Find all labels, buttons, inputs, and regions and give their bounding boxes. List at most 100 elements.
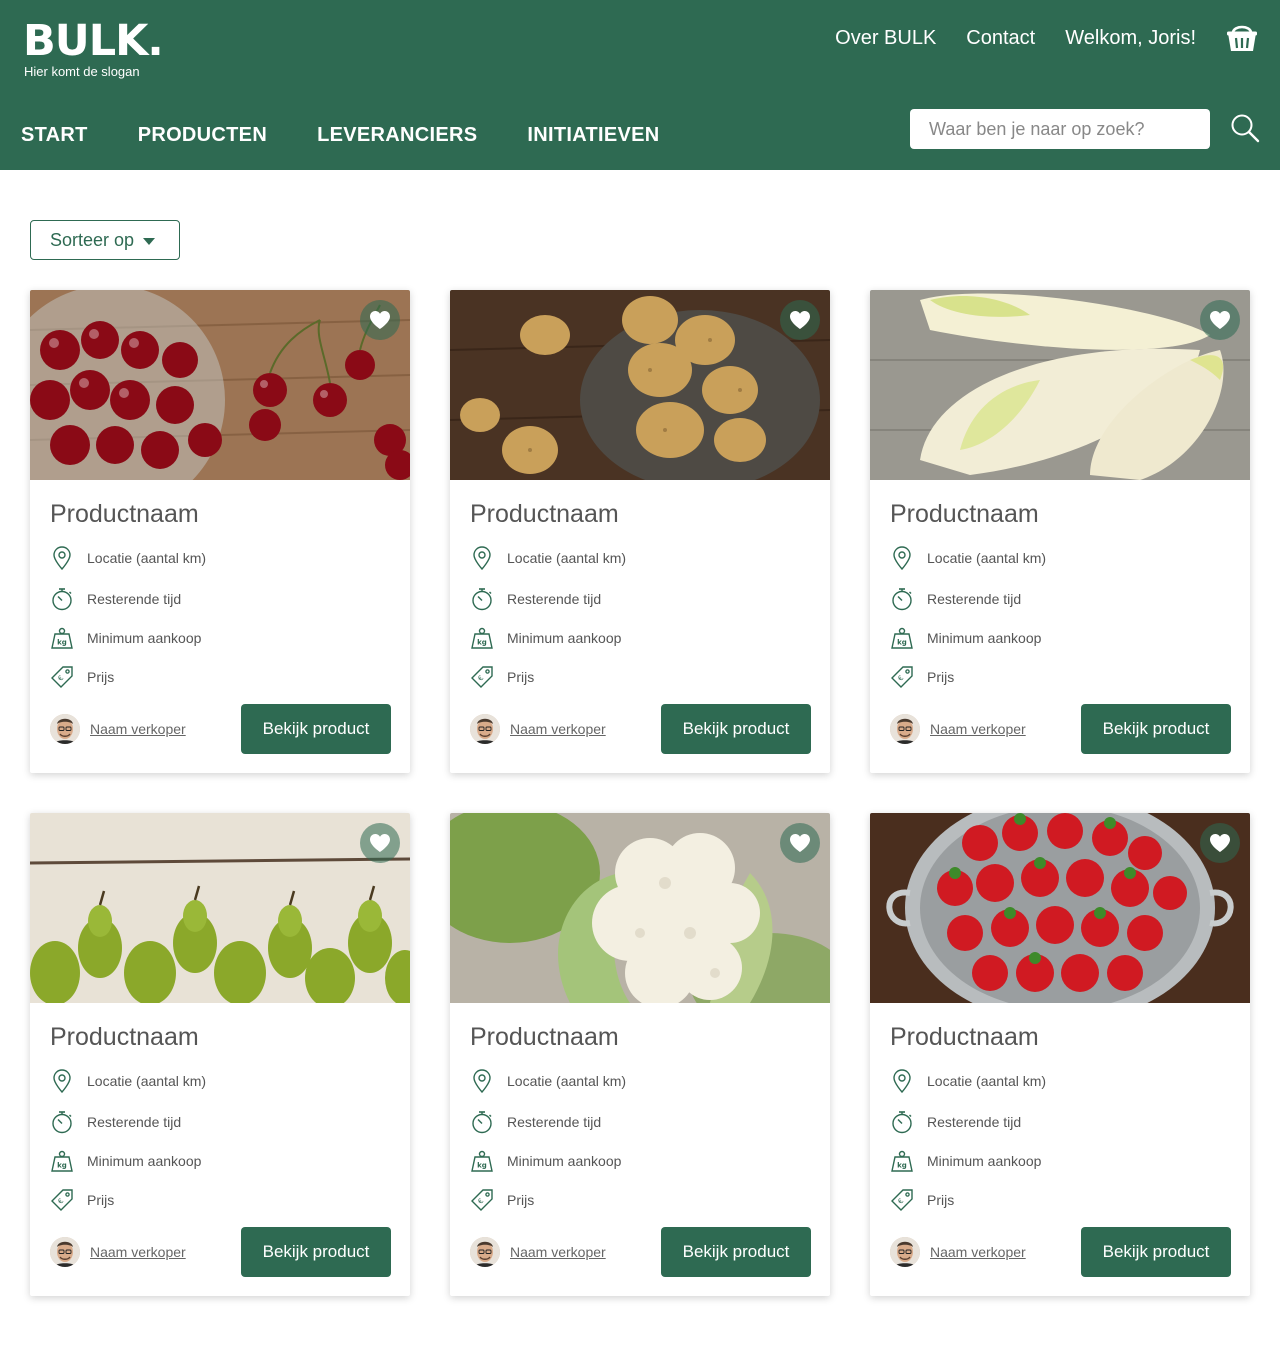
product-image[interactable] <box>30 813 410 1003</box>
view-product-button[interactable]: Bekijk product <box>1081 1227 1231 1277</box>
location-text: Locatie (aantal km) <box>507 550 627 566</box>
contact-link[interactable]: Contact <box>966 24 1035 52</box>
nav-start[interactable]: START <box>21 120 88 150</box>
location-text: Locatie (aantal km) <box>87 550 207 566</box>
seller-link[interactable]: Naam verkoper <box>510 1244 606 1260</box>
product-title: Productnaam <box>890 1023 1039 1051</box>
product-image[interactable] <box>30 290 410 480</box>
location-text: Locatie (aantal km) <box>87 1073 207 1089</box>
svg-text:€: € <box>896 674 905 683</box>
account-link[interactable]: Welkom, Joris! <box>1065 24 1196 52</box>
weight-kg-icon: kg <box>50 1149 74 1173</box>
price-text: Prijs <box>927 669 955 685</box>
search-icon[interactable] <box>1229 112 1261 144</box>
minimum-text: Minimum aankoop <box>87 630 202 646</box>
view-product-button[interactable]: Bekijk product <box>241 1227 391 1277</box>
minimum-text: Minimum aankoop <box>507 630 622 646</box>
svg-text:€: € <box>896 1197 905 1206</box>
meta-price: € Prijs <box>50 1188 114 1212</box>
price-tag-icon: € <box>470 665 494 689</box>
svg-text:€: € <box>476 674 485 683</box>
time-text: Resterende tijd <box>87 1114 182 1130</box>
product-card: Productnaam Locatie (aantal km) Resteren… <box>870 813 1250 1296</box>
heart-icon[interactable] <box>780 823 820 863</box>
price-tag-icon: € <box>890 1188 914 1212</box>
heart-icon[interactable] <box>1200 300 1240 340</box>
stopwatch-icon <box>890 587 914 611</box>
view-product-button[interactable]: Bekijk product <box>661 1227 811 1277</box>
meta-minimum: kg Minimum aankoop <box>470 1149 621 1173</box>
location-pin-icon <box>470 546 494 570</box>
product-grid: Productnaam Locatie (aantal km) Resteren… <box>30 290 1250 1300</box>
basket-icon[interactable] <box>1225 22 1259 54</box>
avatar <box>890 1237 920 1267</box>
heart-icon[interactable] <box>360 823 400 863</box>
sort-dropdown[interactable]: Sorteer op <box>30 220 180 260</box>
view-product-button[interactable]: Bekijk product <box>661 704 811 754</box>
price-tag-icon: € <box>50 665 74 689</box>
heart-icon[interactable] <box>780 300 820 340</box>
seller: Naam verkoper <box>470 714 606 744</box>
avatar <box>50 714 80 744</box>
product-image[interactable] <box>450 290 830 480</box>
price-tag-icon: € <box>890 665 914 689</box>
product-card: Productnaam Locatie (aantal km) Resteren… <box>30 290 410 773</box>
view-product-button[interactable]: Bekijk product <box>1081 704 1231 754</box>
site-header: BULK. Hier komt de slogan Over BULK Cont… <box>0 0 1280 170</box>
price-text: Prijs <box>87 1192 115 1208</box>
logo[interactable]: BULK. Hier komt de slogan <box>23 18 164 80</box>
time-text: Resterende tijd <box>507 591 602 607</box>
meta-minimum: kg Minimum aankoop <box>470 626 621 650</box>
seller-link[interactable]: Naam verkoper <box>510 721 606 737</box>
seller-link[interactable]: Naam verkoper <box>930 721 1026 737</box>
product-card: Productnaam Locatie (aantal km) Resteren… <box>450 290 830 773</box>
location-pin-icon <box>890 546 914 570</box>
price-text: Prijs <box>87 669 115 685</box>
meta-time: Resterende tijd <box>50 1110 181 1134</box>
time-text: Resterende tijd <box>927 1114 1022 1130</box>
time-text: Resterende tijd <box>87 591 182 607</box>
seller-link[interactable]: Naam verkoper <box>930 1244 1026 1260</box>
price-text: Prijs <box>507 1192 535 1208</box>
logo-slogan: Hier komt de slogan <box>24 64 140 79</box>
minimum-text: Minimum aankoop <box>507 1153 622 1169</box>
product-image[interactable] <box>870 813 1250 1003</box>
meta-location: Locatie (aantal km) <box>890 1069 1046 1093</box>
caret-down-icon <box>143 237 156 245</box>
nav-initiatives[interactable]: INITIATIEVEN <box>527 120 659 150</box>
location-text: Locatie (aantal km) <box>927 1073 1047 1089</box>
nav-suppliers[interactable]: LEVERANCIERS <box>317 120 477 150</box>
weight-kg-icon: kg <box>50 626 74 650</box>
svg-text:kg: kg <box>897 639 907 647</box>
stopwatch-icon <box>470 587 494 611</box>
weight-kg-icon: kg <box>470 1149 494 1173</box>
seller: Naam verkoper <box>50 1237 186 1267</box>
view-product-button[interactable]: Bekijk product <box>241 704 391 754</box>
sort-label: Sorteer op <box>50 229 135 250</box>
meta-time: Resterende tijd <box>50 587 181 611</box>
svg-text:kg: kg <box>477 1162 487 1170</box>
minimum-text: Minimum aankoop <box>927 1153 1042 1169</box>
search-input[interactable] <box>910 109 1210 149</box>
product-image[interactable] <box>450 813 830 1003</box>
heart-icon[interactable] <box>1200 823 1240 863</box>
meta-price: € Prijs <box>50 665 114 689</box>
minimum-text: Minimum aankoop <box>927 630 1042 646</box>
stopwatch-icon <box>50 587 74 611</box>
meta-price: € Prijs <box>890 665 954 689</box>
product-image[interactable] <box>870 290 1250 480</box>
svg-text:€: € <box>56 674 65 683</box>
svg-text:kg: kg <box>57 1162 67 1170</box>
product-title: Productnaam <box>50 500 199 528</box>
avatar <box>470 1237 500 1267</box>
seller-link[interactable]: Naam verkoper <box>90 1244 186 1260</box>
location-text: Locatie (aantal km) <box>507 1073 627 1089</box>
product-title: Productnaam <box>470 500 619 528</box>
seller: Naam verkoper <box>50 714 186 744</box>
meta-minimum: kg Minimum aankoop <box>890 1149 1041 1173</box>
heart-icon[interactable] <box>360 300 400 340</box>
nav-products[interactable]: PRODUCTEN <box>138 120 267 150</box>
product-card: Productnaam Locatie (aantal km) Resteren… <box>30 813 410 1296</box>
seller-link[interactable]: Naam verkoper <box>90 721 186 737</box>
about-link[interactable]: Over BULK <box>835 24 936 52</box>
